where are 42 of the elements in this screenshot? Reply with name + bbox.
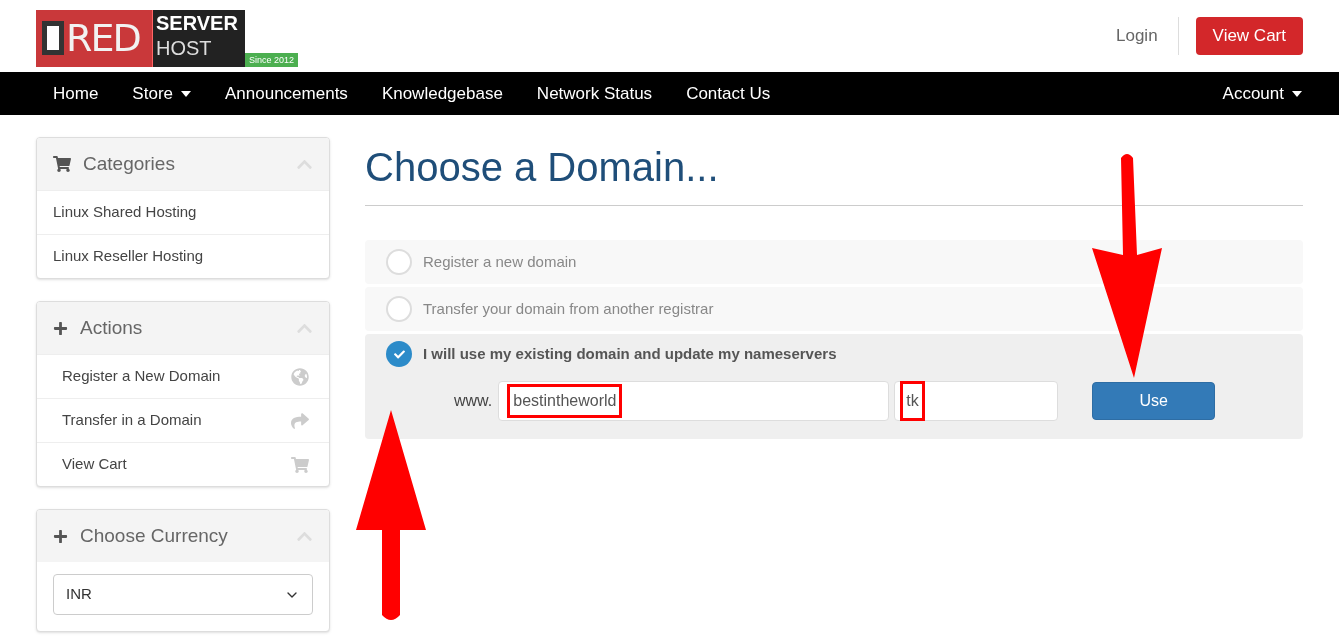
logo-mark-icon xyxy=(42,21,64,55)
sidebar-link[interactable]: Register a New Domain xyxy=(62,365,221,388)
nav-link[interactable]: Contact Us xyxy=(686,80,771,107)
cart-icon xyxy=(53,155,71,173)
share-arrow-icon xyxy=(291,411,309,430)
panel-title: Choose Currency xyxy=(80,523,228,548)
plus-icon xyxy=(53,320,68,336)
nav-link[interactable]: Announcements xyxy=(225,80,348,107)
logo-text: HOST xyxy=(156,35,213,60)
nav-link[interactable]: Home xyxy=(53,80,99,107)
tld-field[interactable]: tk xyxy=(894,381,1059,421)
www-prefix: www. xyxy=(454,391,493,411)
radio-checked-icon[interactable] xyxy=(386,341,412,367)
globe-icon xyxy=(291,367,309,386)
sidebar-link[interactable]: Linux Shared Hosting xyxy=(53,201,197,224)
view-cart-button[interactable]: View Cart xyxy=(1195,17,1303,55)
highlighted-value: bestintheworld xyxy=(507,384,623,418)
currency-select[interactable]: INR xyxy=(53,574,313,615)
sidebar-link[interactable]: Linux Reseller Hosting xyxy=(53,245,204,268)
option-label: Register a new domain xyxy=(423,251,577,272)
cart-icon xyxy=(291,455,309,474)
radio-button[interactable] xyxy=(386,296,412,322)
domain-option[interactable]: I will use my existing domain and update my nameservers www. bestintheworld tk Use xyxy=(365,334,1303,439)
sidebar-link[interactable]: View Cart xyxy=(62,453,127,476)
nav-link[interactable]: Store xyxy=(132,80,191,107)
since-badge: Since 2012 xyxy=(245,52,299,67)
nav-link[interactable]: Knowledgebase xyxy=(381,80,503,107)
logo-word: RED xyxy=(66,19,140,57)
nav-link[interactable]: Network Status xyxy=(536,80,653,107)
panel-title: Categories xyxy=(83,151,175,176)
use-button[interactable]: Use xyxy=(1092,382,1216,420)
sidebar-link[interactable]: Transfer in a Domain xyxy=(62,409,202,432)
option-label: I will use my existing domain and update my nameservers xyxy=(423,343,837,364)
plus-icon xyxy=(53,528,68,544)
highlighted-value: tk xyxy=(900,381,925,421)
domain-field[interactable]: bestintheworld xyxy=(498,381,890,421)
option-label: Transfer your domain from another registrar xyxy=(423,298,714,319)
panel-title: Actions xyxy=(80,315,143,340)
logo-text: SERVER xyxy=(156,10,239,36)
account-menu[interactable]: Account xyxy=(1222,80,1302,107)
login-link[interactable]: Login xyxy=(1116,17,1179,55)
radio-button[interactable] xyxy=(386,249,412,275)
